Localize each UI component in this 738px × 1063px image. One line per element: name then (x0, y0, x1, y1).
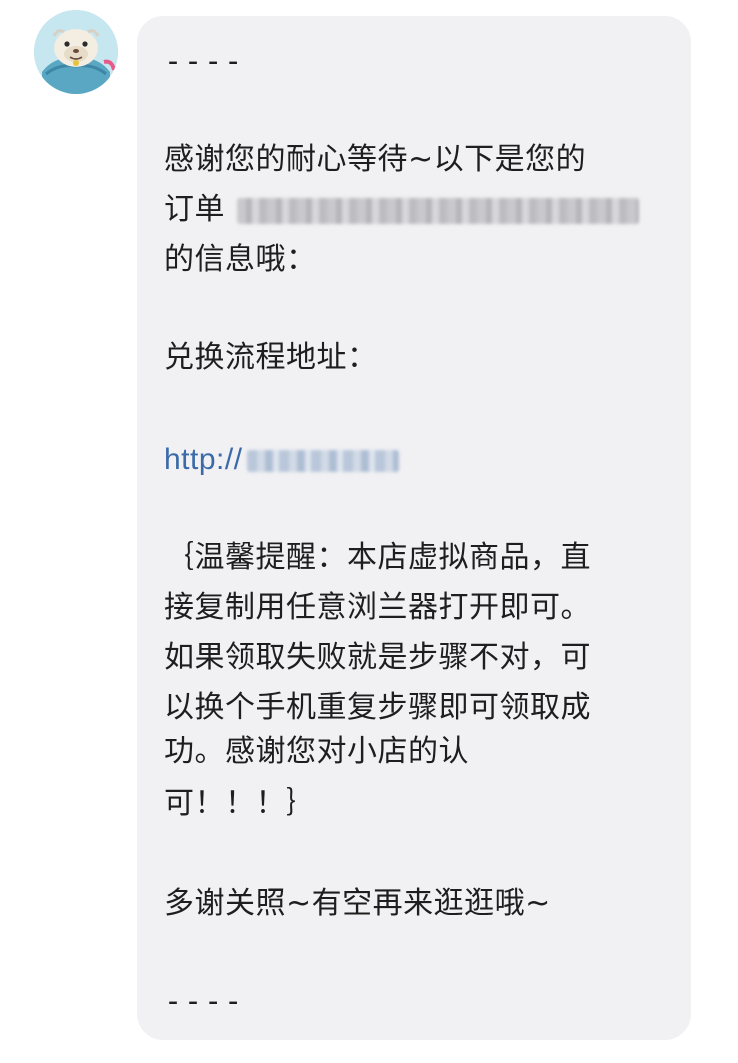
seal-avatar-icon (34, 10, 118, 94)
message-line-order: 订单 (164, 190, 639, 230)
order-label: 订单 (164, 192, 225, 227)
message-line-tip-1: ｛温馨提醒：本店虚拟商品，直 (164, 540, 591, 575)
message-line-redeem-address: 兑换流程地址： (164, 340, 378, 375)
message-line-tip-5: 功。感谢您对小店的认 (164, 734, 469, 769)
redeem-link-text[interactable]: http:// (164, 443, 243, 476)
message-line-tip-6: 可！！！｝ (164, 786, 317, 821)
separator-bottom: ---- (164, 984, 245, 1019)
message-line-info: 的信息哦： (164, 242, 317, 277)
redeem-link-redacted (246, 449, 399, 472)
sender-avatar[interactable] (34, 10, 118, 94)
message-line-tip-2: 接复制用任意浏兰器打开即可。 (164, 590, 591, 625)
message-line-thanks: 感谢您的耐心等待~以下是您的 (164, 142, 587, 177)
separator-top: ---- (164, 44, 245, 79)
message-line-farewell: 多谢关照~有空再来逛逛哦~ (164, 886, 551, 921)
redeem-link[interactable]: http:// (164, 440, 399, 480)
message-line-tip-3: 如果领取失败就是步骤不对，可 (164, 640, 591, 675)
order-number-redacted (237, 197, 639, 224)
message-line-tip-4: 以换个手机重复步骤即可领取成 (164, 690, 591, 725)
